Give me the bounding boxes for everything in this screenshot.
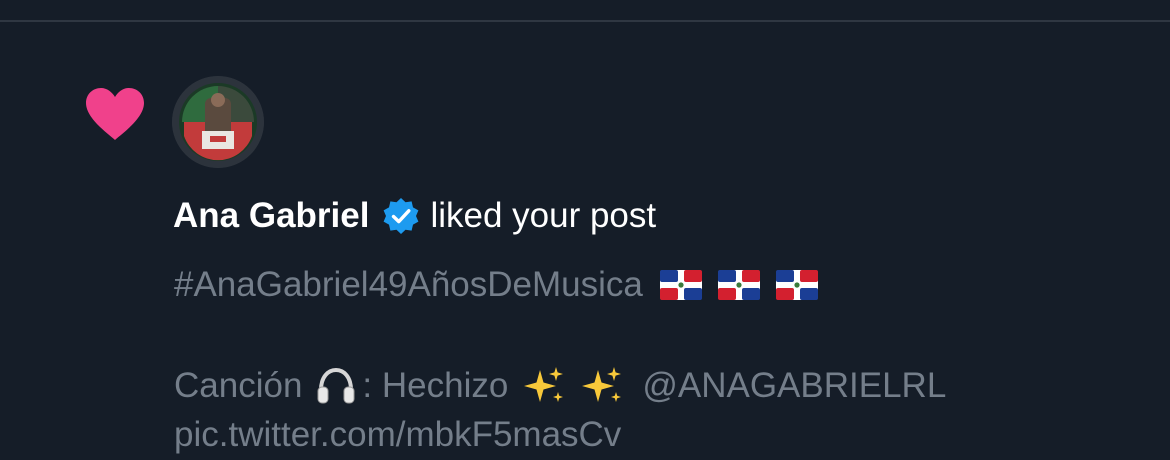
headphones-icon [317,367,355,404]
sparkles-icon [524,367,564,402]
mention-link[interactable]: @ANAGABRIELRL [642,364,946,408]
pic-link[interactable]: pic.twitter.com/mbkF5masCv [174,413,621,457]
dominican-flag-icon [659,270,702,300]
dominican-flag-icon [775,270,818,300]
notification-headline: Ana Gabriel liked your post [173,194,656,238]
sparkles-icon [582,367,622,402]
action-text: liked your post [430,196,657,235]
avatar[interactable] [172,76,264,168]
verified-badge-icon [384,198,419,234]
heart-icon [86,88,144,140]
song-title: : Hechizo [362,366,509,405]
user-name[interactable]: Ana Gabriel [173,196,369,236]
dominican-flag-icon [717,270,760,300]
post-hashtag[interactable]: #AnaGabriel49AñosDeMusica [174,263,643,307]
post-hashtag-line: #AnaGabriel49AñosDeMusica [174,263,819,307]
song-label: Canción [174,366,303,405]
like-notification[interactable]: Ana Gabriel liked your post #AnaGabriel4… [0,22,1170,460]
post-song-line: Canción : Hechizo @ANAGABRIELRL [174,364,946,408]
avatar-image [172,76,264,168]
post-link-line: pic.twitter.com/mbkF5masCv [174,413,621,457]
